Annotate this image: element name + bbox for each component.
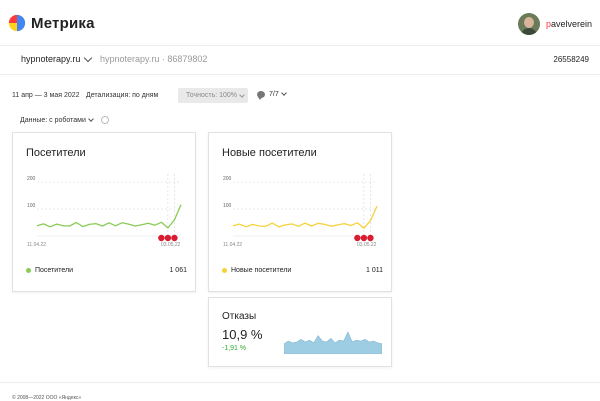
site-counter-label: hypnoterapy.ru · 86879802 [100,54,208,64]
info-icon[interactable] [100,116,109,124]
event-pin-icon [360,234,368,242]
date-range[interactable]: 11 апр — 3 мая 2022 [12,92,80,99]
filters-bar: 11 апр — 3 мая 2022 Детализация: по дням… [0,88,600,104]
legend-label: Новые посетители [231,267,292,274]
footer: © 2008—2022 ООО «Яндекс» [0,382,600,401]
y-tick-label: 100 [223,203,232,209]
event-pin-icon [354,234,361,242]
bounce-rate-value: 10,9 % [222,327,263,342]
visitors-widget[interactable]: Посетители 200 100 11.04.22 03.05.22 Посети… [12,132,196,292]
comment-icon [257,91,265,100]
new-visitors-widget[interactable]: Новые посетители 200 100 11.04.22 03.05.22 … [208,132,392,292]
event-pin-icon [158,234,165,242]
event-pin-icon [367,234,374,242]
site-name: hypnoterapy.ru [21,54,81,64]
chevron-down-icon [280,90,287,96]
bounce-widget[interactable]: Отказы 10,9 % -1,91 % [208,297,392,367]
series-line [36,204,182,229]
series-line [232,205,378,229]
avatar[interactable] [517,13,540,35]
chart-legend: Посетители [26,267,73,274]
y-tick-label: 100 [27,203,36,209]
chevron-down-icon [239,92,245,98]
legend-value: 1 011 [366,267,383,274]
detail-selector[interactable]: Детализация: по дням [86,92,158,99]
x-tick-label-start: 11.04.22 [27,242,46,248]
y-tick-label: 200 [27,176,36,182]
chevron-down-icon [84,53,93,62]
goals-selector[interactable]: 7/7 [257,90,287,100]
x-tick-label-end: 03.05.22 [161,242,181,248]
bounce-sparkline [284,331,382,354]
visitors-chart[interactable]: 200 100 11.04.22 03.05.22 [25,170,185,252]
metrika-logo-icon [8,14,26,32]
counter-bar: hypnoterapy.ru hypnoterapy.ru · 86879802… [0,46,600,75]
legend-value: 1 061 [169,267,187,274]
x-tick-label-start: 11.04.22 [223,242,242,248]
accuracy-button[interactable]: Точность: 100% [178,88,248,103]
legend-dot-icon [222,268,227,273]
robots-label: Данные: с роботами [20,116,86,124]
bounce-rate-delta: -1,91 % [222,345,247,352]
site-selector[interactable]: hypnoterapy.ru [21,53,93,64]
robots-filter[interactable]: Данные: с роботами [20,115,109,124]
accuracy-label: Точность: 100% [186,92,238,99]
event-pin-icon [171,234,178,242]
legend-dot-icon [26,268,31,273]
widget-title: Новые посетители [222,147,317,159]
goals-count: 7/7 [269,91,279,98]
logo[interactable]: Метрика [8,14,95,32]
new-visitors-chart[interactable]: 200 100 11.04.22 03.05.22 [221,170,381,252]
event-pin-icon [164,234,172,242]
legend-label: Посетители [35,267,73,274]
user-menu[interactable]: pavelverein [517,13,592,35]
app-title: Метрика [31,14,95,32]
y-tick-label: 200 [223,176,232,182]
chevron-down-icon [88,115,94,122]
top-bar: Метрика pavelverein [0,0,600,46]
counter-id: 26558249 [553,55,589,64]
widget-title: Отказы [222,311,257,322]
username[interactable]: pavelverein [546,19,592,29]
sparkline-area [284,331,382,354]
widget-title: Посетители [26,147,86,159]
x-tick-label-end: 03.05.22 [357,242,377,248]
chart-legend: Новые посетители [222,267,291,274]
copyright: © 2008—2022 ООО «Яндекс» [12,395,82,401]
